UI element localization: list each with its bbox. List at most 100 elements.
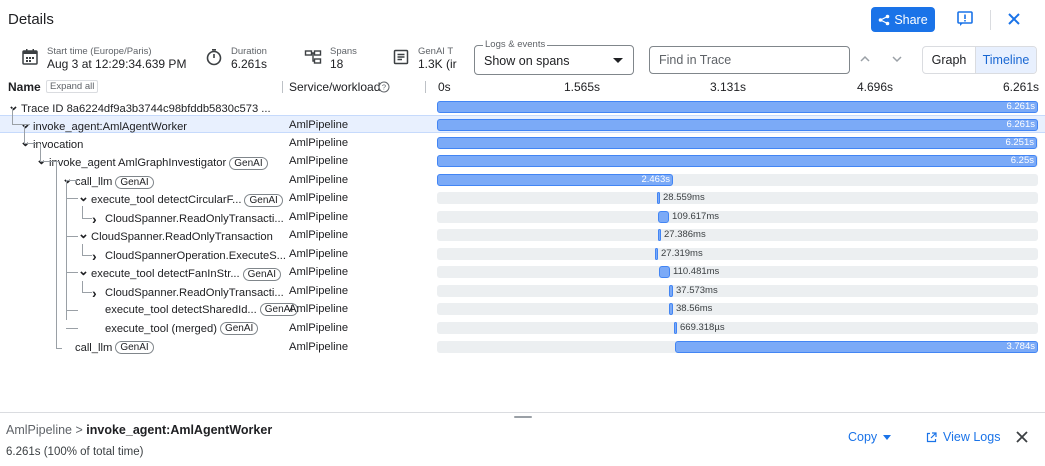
axis-tick-label: 0s xyxy=(438,80,451,94)
span-bar[interactable] xyxy=(674,322,677,334)
span-bar[interactable] xyxy=(657,192,660,204)
start-time-stat: Start time (Europe/Paris) Aug 3 at 12:29… xyxy=(21,46,186,72)
view-toggle: Graph Timeline xyxy=(922,46,1037,74)
span-duration-label: 28.559ms xyxy=(663,192,705,203)
span-row[interactable]: ⌄ Trace ID 8a6224df9a3b3744c98bfddb5830c5… xyxy=(0,98,1045,116)
span-track: 6.25s xyxy=(437,155,1038,167)
tree-guide-line xyxy=(40,161,60,162)
span-name-text: CloudSpannerOperation.ExecuteS... xyxy=(105,250,286,262)
view-logs-link[interactable]: View Logs xyxy=(926,430,1000,444)
span-bar[interactable] xyxy=(659,266,670,278)
span-row[interactable]: execute_tool detectSharedId... GenAI AmlPi… xyxy=(0,300,1045,318)
graph-view-button[interactable]: Graph xyxy=(923,47,976,73)
tree-guide-line xyxy=(82,281,83,292)
span-duration-label: 2.463s xyxy=(641,174,670,185)
start-time-label: Start time (Europe/Paris) xyxy=(47,46,152,57)
span-duration-label: 110.481ms xyxy=(673,266,720,277)
span-track: 27.386ms xyxy=(437,229,1038,241)
span-track: 37.573ms xyxy=(437,285,1038,297)
span-duration-label: 6.261s xyxy=(1006,101,1035,112)
span-row[interactable]: call_llm GenAI AmlPipeline 3.784s xyxy=(0,338,1045,356)
span-track: 27.319ms xyxy=(437,248,1038,260)
tree-guide-line xyxy=(40,144,41,161)
chevron-right-icon[interactable]: › xyxy=(92,211,101,227)
span-bar[interactable] xyxy=(669,285,673,297)
tree-guide-line xyxy=(66,198,78,199)
span-name-text: call_llm xyxy=(75,176,113,188)
find-in-trace-input[interactable] xyxy=(649,46,850,74)
span-duration-label: 38.56ms xyxy=(676,303,713,314)
tree-guide-line xyxy=(56,162,57,348)
chevron-down-icon[interactable] xyxy=(889,51,905,67)
duration-value: 6.261s xyxy=(231,57,268,71)
genai-tokens-icon xyxy=(393,49,409,65)
span-bar[interactable] xyxy=(437,155,1037,167)
axis-tick-label: 3.131s xyxy=(710,80,747,94)
span-bar[interactable] xyxy=(437,119,1038,131)
spans-label: Spans xyxy=(330,46,357,57)
close-icon[interactable] xyxy=(1005,10,1023,28)
span-bar[interactable] xyxy=(655,248,658,260)
span-row[interactable]: ⌄ execute_tool detectCircularF... GenAI Aml… xyxy=(0,189,1045,207)
span-duration-label: 6.251s xyxy=(1005,137,1034,148)
spans-stat: Spans 18 xyxy=(304,46,357,72)
span-duration-label: 27.319ms xyxy=(661,248,703,259)
expand-all-button[interactable]: Expand all xyxy=(46,80,99,93)
span-row[interactable]: execute_tool (merged) GenAI AmlPipeline 669… xyxy=(0,319,1045,337)
span-row[interactable]: ⌄ call_llm GenAI AmlPipeline 2.463s xyxy=(0,171,1045,189)
span-bar[interactable] xyxy=(437,137,1037,149)
copy-button[interactable]: Copy xyxy=(848,430,892,444)
chevron-right-icon[interactable]: › xyxy=(92,248,101,264)
tree-guide-line xyxy=(82,218,92,219)
span-name-text: execute_tool (merged) xyxy=(105,322,217,335)
span-bar[interactable] xyxy=(669,303,673,315)
span-row[interactable]: ⌄ execute_tool detectFanInStr... GenAI AmlP… xyxy=(0,263,1045,281)
span-row[interactable]: ⌄ CloudSpanner.ReadOnlyTransaction AmlPipe… xyxy=(0,226,1045,244)
logs-events-value: Show on spans xyxy=(484,54,570,68)
span-service: AmlPipeline xyxy=(289,248,349,260)
feedback-icon[interactable] xyxy=(955,9,975,29)
chevron-down-icon[interactable]: ⌄ xyxy=(78,189,89,205)
span-row[interactable]: ⌄ invocation AmlPipeline 6.251s xyxy=(0,134,1045,152)
span-bar[interactable] xyxy=(658,211,669,223)
column-divider[interactable] xyxy=(282,81,283,93)
span-duration-label: 6.25s xyxy=(1010,155,1034,166)
span-service: AmlPipeline xyxy=(289,229,349,241)
span-track: 109.617ms xyxy=(437,211,1038,223)
help-icon[interactable]: ? xyxy=(378,81,390,93)
span-row[interactable]: ⌄invoke_agent:AmlAgentWorker AmlPipeline 6… xyxy=(0,115,1045,133)
tree-guide-line xyxy=(82,292,92,293)
timeline-view-button[interactable]: Timeline xyxy=(976,47,1036,73)
span-service: AmlPipeline xyxy=(289,192,349,204)
span-bar[interactable] xyxy=(437,174,673,186)
start-time-value: Aug 3 at 12:29:34.639 PM xyxy=(47,57,187,71)
span-track: 6.261s xyxy=(437,119,1038,131)
logs-events-select[interactable]: Logs & events Show on spans xyxy=(474,39,634,75)
share-button[interactable]: Share xyxy=(871,7,935,32)
column-divider[interactable] xyxy=(425,81,426,93)
span-row[interactable]: › CloudSpannerOperation.ExecuteS... AmlPip… xyxy=(0,245,1045,264)
spans-icon xyxy=(304,50,322,64)
span-track: 3.784s xyxy=(437,341,1038,353)
span-bar[interactable] xyxy=(675,341,1038,353)
chevron-right-icon[interactable]: › xyxy=(92,285,101,301)
chevron-up-icon[interactable] xyxy=(857,51,873,67)
chevron-down-icon[interactable]: ⌄ xyxy=(78,263,89,279)
span-bar[interactable] xyxy=(658,229,661,241)
svg-text:?: ? xyxy=(382,83,386,92)
span-row[interactable]: › CloudSpanner.ReadOnlyTransacti... AmlPip… xyxy=(0,208,1045,227)
span-service: AmlPipeline xyxy=(289,303,349,315)
tree-guide-line xyxy=(66,180,78,181)
resize-handle[interactable] xyxy=(514,416,532,418)
open-in-new-icon xyxy=(926,431,937,442)
span-bar[interactable] xyxy=(437,101,1038,113)
span-row[interactable]: › CloudSpanner.ReadOnlyTransacti... AmlPip… xyxy=(0,282,1045,301)
chevron-down-icon[interactable]: ⌄ xyxy=(78,226,89,242)
close-icon[interactable] xyxy=(1015,430,1029,444)
span-row[interactable]: ⌄ invoke_agent AmlGraphInvestigator GenAI A… xyxy=(0,152,1045,170)
span-name: ⌄ invocation xyxy=(20,134,83,153)
span-name-text: call_llm xyxy=(75,341,113,354)
span-track: 38.56ms xyxy=(437,303,1038,315)
genai-chip: GenAI xyxy=(229,156,268,170)
tree-guide-line xyxy=(66,236,78,237)
